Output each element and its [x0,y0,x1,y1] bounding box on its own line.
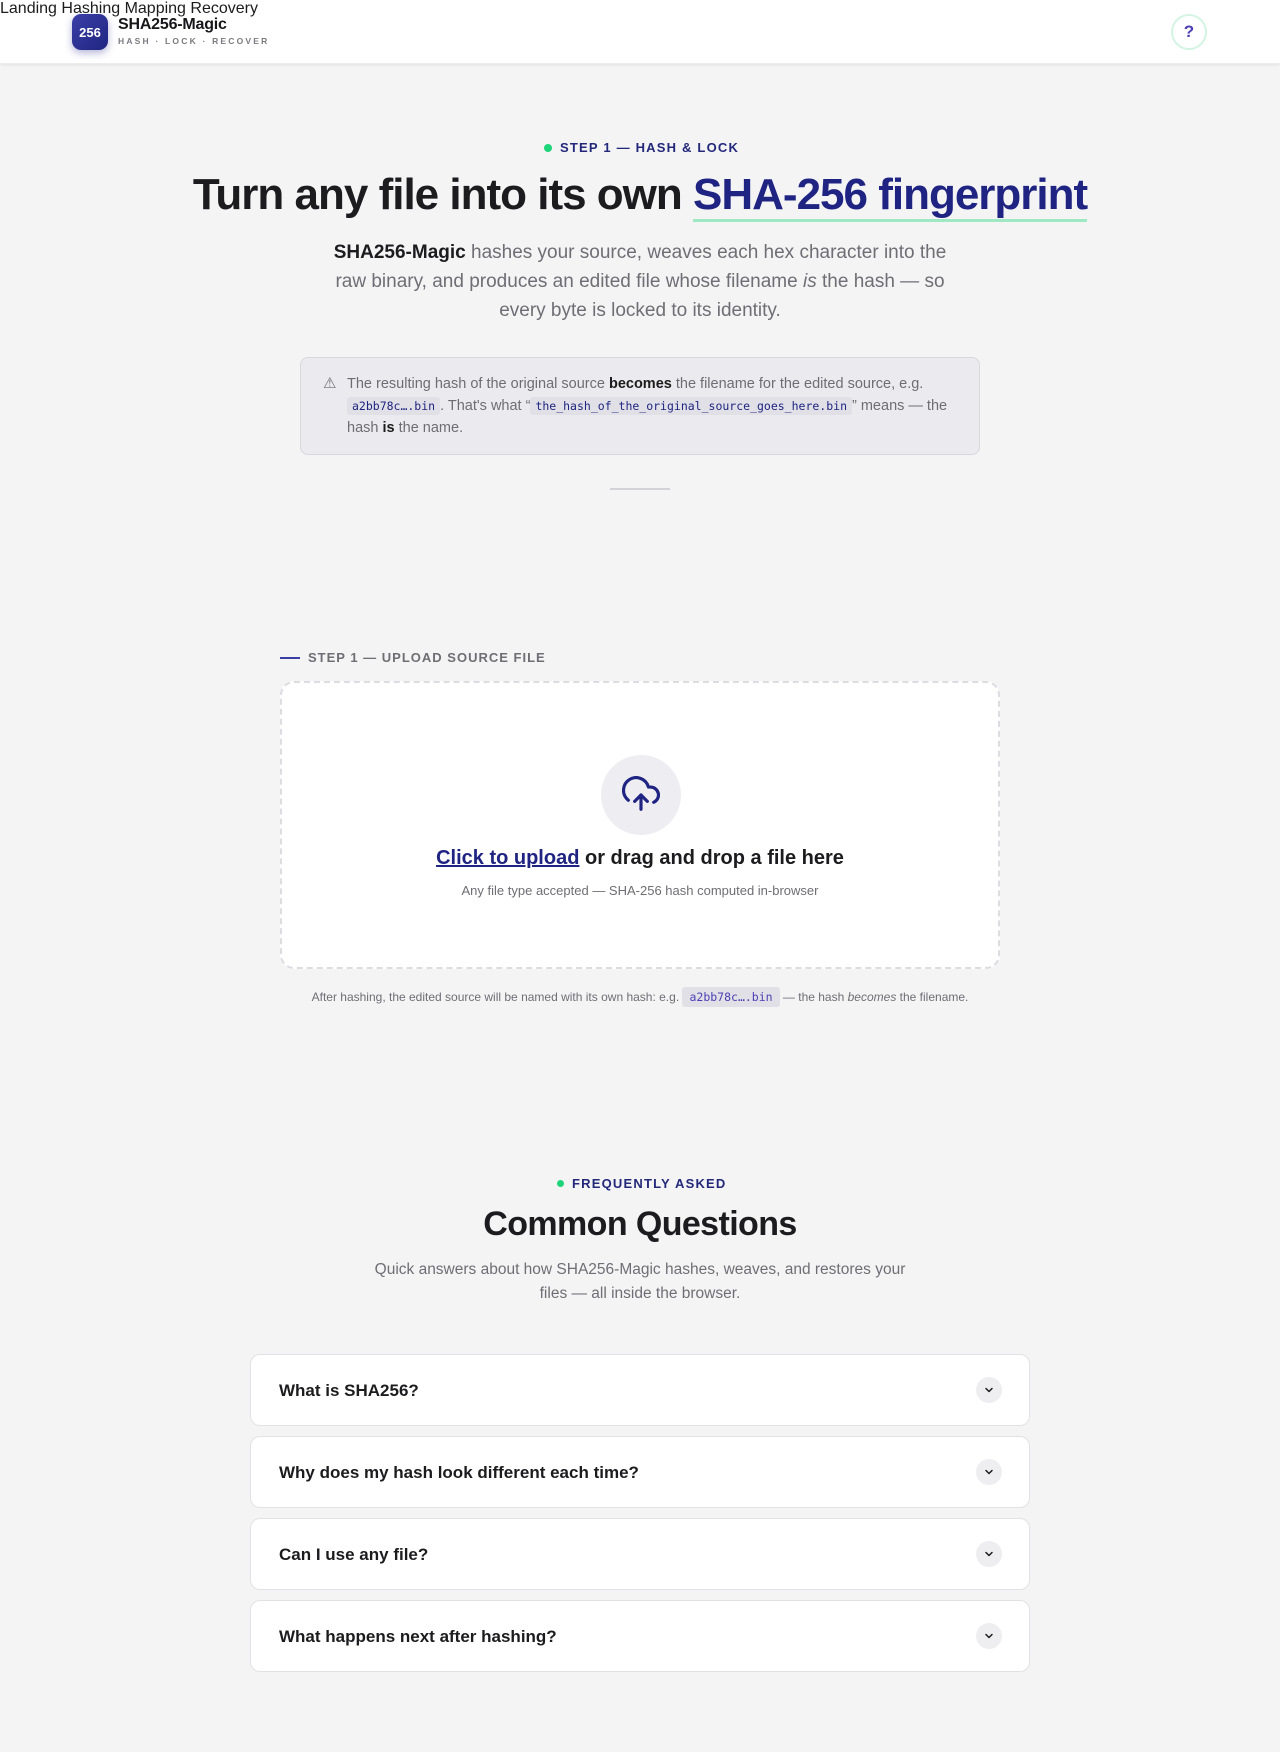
faq-item-what-is-sha256[interactable]: What is SHA256? [250,1354,1030,1426]
hero-subtitle: SHA256-Magic hashes your source, weaves … [320,238,960,325]
after-hash-note: After hashing, the edited source will be… [0,987,1280,1007]
after-note-code: a2bb78c….bin [682,987,780,1007]
notice-part2: the filename for the edited source, e.g. [671,376,924,392]
top-nav-bar: 256 SHA256-Magic HASH · LOCK · RECOVER L… [0,0,1280,64]
notice-part3: . That's what “ [440,398,531,414]
notice-part1: The resulting hash of the original sourc… [347,376,609,392]
cloud-upload-icon [622,776,660,811]
notice-bold2: is [382,420,395,436]
click-to-upload-link[interactable]: Click to upload [436,847,579,869]
status-dot-icon [544,143,552,152]
after-note-part1: After hashing, the edited source will be… [311,990,683,1004]
upload-instruction-rest: or drag and drop a file here [579,847,844,869]
hero-title-prefix: Turn any file into its own [192,170,683,219]
label-dash [280,656,300,659]
nav-landing[interactable]: Landing [0,0,57,17]
faq-question[interactable]: Why does my hash look different each tim… [279,1463,639,1483]
hash-notice-box: ⚠ The resulting hash of the original sou… [300,357,980,455]
notice-part5: the name. [394,420,464,436]
faq-item-hash-different[interactable]: Why does my hash look different each tim… [250,1436,1030,1508]
hero-sub-brand: SHA256-Magic [333,242,466,263]
upload-icon-circle[interactable] [601,755,681,835]
hero-title-highlight: SHA-256 fingerprint [693,170,1088,222]
brand-name[interactable]: SHA256-Magic [118,16,227,34]
after-note-part3: the filename. [896,990,969,1004]
notice-code-template: the_hash_of_the_original_source_goes_her… [530,397,852,415]
chevron-down-icon[interactable] [976,1459,1002,1485]
notice-text: The resulting hash of the original sourc… [347,373,959,439]
faq-eyebrow-text: FREQUENTLY ASKED [572,1176,727,1191]
faq-question[interactable]: What happens next after hashing? [279,1627,557,1647]
upload-section-label: STEP 1 — UPLOAD SOURCE FILE [280,650,546,665]
faq-question[interactable]: Can I use any file? [279,1545,428,1565]
faq-item-any-file[interactable]: Can I use any file? [250,1518,1030,1590]
upload-hint: Any file type accepted — SHA-256 hash co… [461,883,819,898]
hero-title: Turn any file into its own SHA-256 finge… [0,170,1280,222]
hero-eyebrow: STEP 1 — HASH & LOCK [544,140,739,155]
hero-eyebrow-text: STEP 1 — HASH & LOCK [560,140,740,155]
upload-label-text: STEP 1 — UPLOAD SOURCE FILE [308,650,546,665]
brand-tagline: HASH · LOCK · RECOVER [118,36,270,46]
faq-subtitle: Quick answers about how SHA256-Magic has… [374,1261,906,1302]
after-note-em: becomes [847,990,897,1004]
warning-icon: ⚠ [323,375,337,392]
status-dot-icon [557,1180,564,1187]
faq-eyebrow: FREQUENTLY ASKED [557,1176,727,1191]
logo-badge[interactable]: 256 [72,14,108,50]
nav-recovery[interactable]: Recovery [190,0,258,17]
notice-code-example: a2bb78c….bin [347,397,441,415]
notice-bold1: becomes [608,376,672,392]
chevron-down-icon[interactable] [976,1623,1002,1649]
after-note-part2: — the hash [779,990,848,1004]
faq-item-what-next[interactable]: What happens next after hashing? [250,1600,1030,1672]
file-dropzone[interactable]: Click to upload or drag and drop a file … [280,681,1000,969]
faq-question[interactable]: What is SHA256? [279,1381,419,1401]
chevron-down-icon[interactable] [976,1541,1002,1567]
upload-instruction: Click to upload or drag and drop a file … [282,847,998,870]
nav-mapping[interactable]: Mapping [125,0,186,17]
faq-title: Common Questions [483,1205,797,1243]
hero-sub-em: is [803,271,817,292]
help-button[interactable]: ? [1171,14,1207,50]
section-divider [610,488,670,490]
chevron-down-icon[interactable] [976,1377,1002,1403]
